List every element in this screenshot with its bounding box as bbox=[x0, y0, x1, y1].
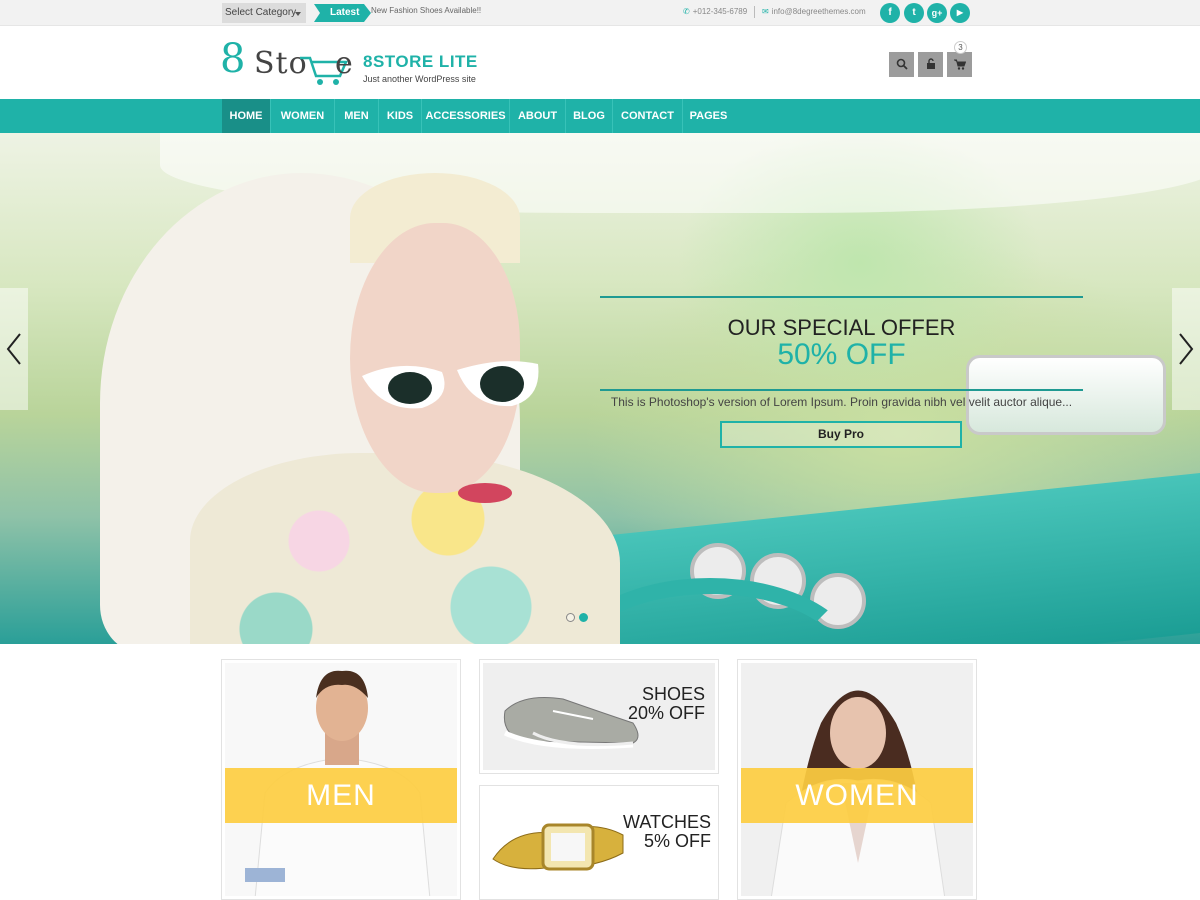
hero-bottom-rule bbox=[600, 389, 1083, 391]
nav-item-about[interactable]: ABOUT bbox=[510, 99, 566, 133]
promo-shoes[interactable]: SHOES 20% OFF bbox=[479, 659, 719, 774]
email-contact[interactable]: ✉ info@8degreethemes.com bbox=[762, 7, 866, 16]
promo-women-image: WOMEN bbox=[741, 663, 973, 896]
men-label: MEN bbox=[225, 768, 457, 823]
slider-dot-active[interactable] bbox=[579, 613, 588, 622]
women-label: WOMEN bbox=[741, 768, 973, 823]
promo-watches[interactable]: WATCHES 5% OFF bbox=[479, 785, 719, 900]
watches-offer-discount: 5% OFF bbox=[643, 831, 711, 851]
slider-prev-button[interactable] bbox=[0, 288, 28, 410]
nav-item-accessories[interactable]: ACCESSORIES bbox=[422, 99, 510, 133]
lock-icon bbox=[926, 58, 935, 69]
facebook-icon[interactable]: f bbox=[880, 3, 900, 23]
shoes-offer-title: SHOES bbox=[641, 684, 705, 704]
chevron-left-icon bbox=[6, 333, 21, 365]
cart-count-badge: 3 bbox=[954, 41, 967, 54]
buy-pro-button[interactable]: Buy Pro bbox=[720, 421, 962, 448]
google-plus-icon[interactable]: g+ bbox=[927, 3, 947, 23]
watches-offer: WATCHES 5% OFF bbox=[623, 813, 711, 851]
promo-women[interactable]: WOMEN bbox=[737, 659, 977, 900]
hero-subtitle: 50% OFF bbox=[777, 338, 906, 371]
nav-item-contact[interactable]: CONTACT bbox=[613, 99, 683, 133]
shoes-offer-discount: 20% OFF bbox=[627, 703, 705, 723]
watches-offer-title: WATCHES bbox=[623, 812, 711, 832]
promo-watches-image: WATCHES 5% OFF bbox=[483, 789, 715, 896]
twitter-icon[interactable]: t bbox=[904, 3, 924, 23]
promo-men[interactable]: MEN bbox=[221, 659, 461, 900]
hero-top-rule bbox=[600, 296, 1083, 298]
account-button[interactable] bbox=[918, 52, 943, 77]
promo-shoes-image: SHOES 20% OFF bbox=[483, 663, 715, 770]
site-title[interactable]: 8STORE LITE bbox=[363, 52, 478, 72]
cart-button[interactable] bbox=[947, 52, 972, 77]
hero-description: This is Photoshop's version of Lorem Ips… bbox=[610, 395, 1073, 409]
latest-badge: Latest bbox=[314, 4, 371, 22]
shoes-offer: SHOES 20% OFF bbox=[628, 685, 705, 723]
cart-icon bbox=[953, 59, 966, 70]
nav-item-men[interactable]: MEN bbox=[335, 99, 379, 133]
search-button[interactable] bbox=[889, 52, 914, 77]
divider bbox=[754, 6, 755, 18]
chevron-down-icon bbox=[295, 12, 301, 16]
site-tagline: Just another WordPress site bbox=[363, 74, 476, 84]
hero-model bbox=[40, 153, 620, 644]
nav-item-women[interactable]: WOMEN bbox=[271, 99, 335, 133]
promo-men-image: MEN bbox=[225, 663, 457, 896]
news-ticker[interactable]: New Fashion Shoes Available!! bbox=[371, 6, 481, 15]
nav-item-blog[interactable]: BLOG bbox=[566, 99, 613, 133]
top-bar: Select Category Latest New Fashion Shoes… bbox=[0, 0, 1200, 26]
site-header: 8 Sto e 8STORE LITE Just another WordPre… bbox=[0, 26, 1200, 98]
slider-pagination bbox=[566, 609, 592, 627]
phone-number: +012-345-6789 bbox=[692, 7, 748, 16]
category-select-label: Select Category bbox=[225, 7, 297, 18]
sunglasses-icon bbox=[362, 361, 539, 409]
logo-digit: 8 bbox=[220, 36, 246, 82]
nav-item-home[interactable]: HOME bbox=[222, 99, 271, 133]
search-icon bbox=[896, 58, 908, 70]
slider-dot[interactable] bbox=[566, 613, 575, 622]
youtube-icon[interactable]: ▶ bbox=[950, 3, 970, 23]
chevron-right-icon bbox=[1179, 333, 1194, 365]
mail-icon: ✉ bbox=[762, 7, 769, 16]
logo-tail: e bbox=[335, 46, 354, 81]
email-address: info@8degreethemes.com bbox=[771, 7, 866, 16]
main-nav: HOME WOMEN MEN KIDS ACCESSORIES ABOUT BL… bbox=[0, 99, 1200, 133]
nav-item-pages[interactable]: PAGES bbox=[683, 99, 734, 133]
category-select[interactable]: Select Category bbox=[222, 3, 306, 23]
phone-contact: ✆ +012-345-6789 bbox=[683, 7, 747, 16]
hero-lips bbox=[458, 483, 512, 503]
phone-icon: ✆ bbox=[683, 7, 690, 16]
slider-next-button[interactable] bbox=[1172, 288, 1200, 410]
nav-item-kids[interactable]: KIDS bbox=[379, 99, 422, 133]
